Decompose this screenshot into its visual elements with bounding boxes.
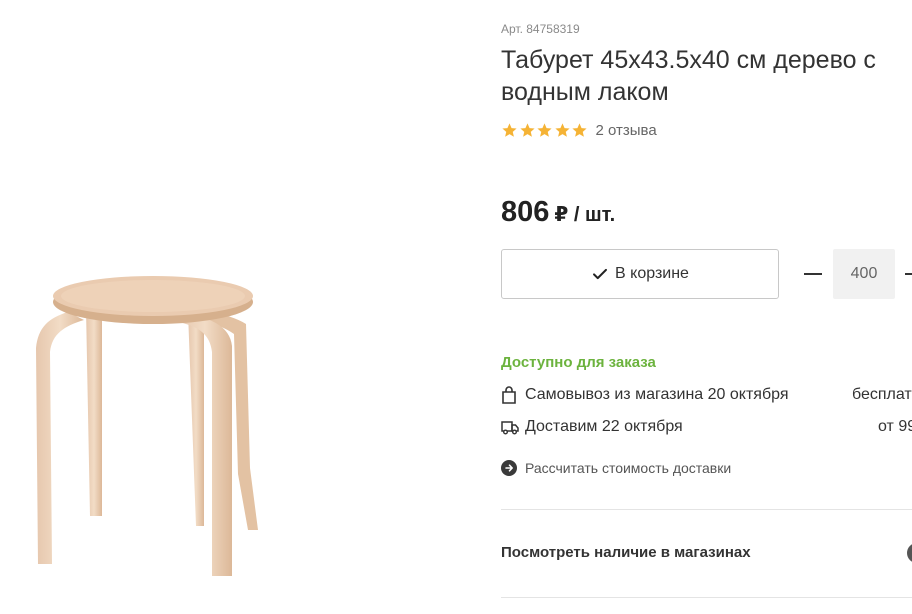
star-icon <box>502 123 517 137</box>
product-title: Табурет 45x43.5x40 см дерево с водным ла… <box>501 46 876 106</box>
star-icon <box>537 123 552 137</box>
pickup-row: Самовывоз из магазина 20 октября бесплат <box>501 384 912 406</box>
pickup-price: бесплат <box>852 386 912 403</box>
reviews-link[interactable]: 2 отзыва <box>596 122 657 139</box>
checkmark-icon <box>593 268 608 280</box>
star-icon <box>519 123 535 137</box>
divider <box>501 597 912 598</box>
rating[interactable]: 2 отзыва <box>501 122 657 139</box>
delivery-label: Доставим 22 октября <box>525 418 683 435</box>
rating-stars <box>501 122 589 139</box>
truck-icon <box>501 418 519 436</box>
quantity-field[interactable]: 400 <box>833 249 895 299</box>
product-image <box>36 276 258 576</box>
price: 806 ₽ / шт. <box>501 196 615 229</box>
minus-icon <box>804 273 822 275</box>
divider <box>501 509 912 510</box>
increase-quantity-button[interactable] <box>905 264 912 284</box>
star-icon <box>554 123 570 137</box>
delivery-row: Доставим 22 октября от 99 <box>501 416 912 438</box>
arrow-right-circle-icon <box>501 460 517 476</box>
pickup-label: Самовывоз из магазина 20 октября <box>525 386 789 403</box>
availability-status: Доступно для заказа <box>501 354 656 371</box>
in-cart-label: В корзине <box>615 265 689 282</box>
shopping-bag-icon <box>501 386 519 404</box>
calculate-delivery-label: Рассчитать стоимость доставки <box>525 460 732 476</box>
chevron-icon[interactable] <box>907 543 912 563</box>
product-sku: Арт. 84758319 <box>501 22 580 36</box>
star-icon <box>572 123 587 137</box>
delivery-price: от 99 <box>878 418 912 435</box>
in-cart-button[interactable]: В корзине <box>501 249 779 299</box>
price-unit: ₽ / шт. <box>554 204 616 226</box>
check-stores-link[interactable]: Посмотреть наличие в магазинах <box>501 544 751 561</box>
plus-icon <box>905 273 912 275</box>
calculate-delivery-link[interactable]: Рассчитать стоимость доставки <box>501 460 731 476</box>
price-value: 806 <box>501 196 550 228</box>
decrease-quantity-button[interactable] <box>803 264 823 284</box>
